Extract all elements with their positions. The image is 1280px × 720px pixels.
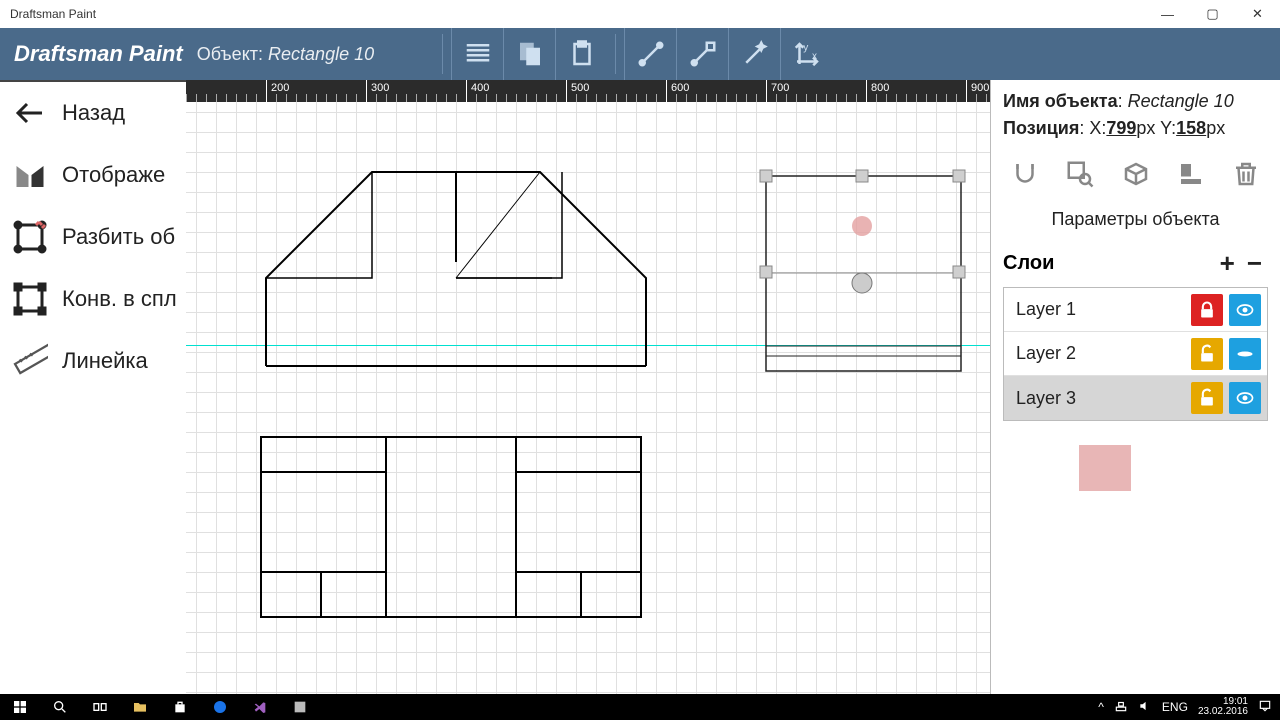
shape-house[interactable] <box>256 162 656 382</box>
store-button[interactable] <box>160 694 200 720</box>
sidebar-convert-spline[interactable]: Конв. в спл <box>0 268 186 330</box>
ruler-tick-label: 400 <box>471 82 489 94</box>
close-button[interactable]: ✕ <box>1235 0 1280 28</box>
search-object-icon <box>1065 159 1095 194</box>
layer-visibility-toggle[interactable] <box>1229 294 1261 326</box>
pos-y-value[interactable]: 158 <box>1176 118 1206 138</box>
ruler-tick-label: 800 <box>871 82 889 94</box>
volume-icon[interactable] <box>1138 699 1152 716</box>
page-settings-button[interactable] <box>1151 445 1193 491</box>
system-tray[interactable]: ^ ENG 19:01 23.02.2016 <box>1098 697 1280 717</box>
network-icon[interactable] <box>1114 699 1128 716</box>
align-icon <box>1176 159 1206 194</box>
left-sidebar: Назад Отображе Разбить об Конв. в спл Ли… <box>0 80 186 694</box>
copy-button[interactable] <box>503 28 555 80</box>
align-button[interactable] <box>1171 158 1211 194</box>
trash-icon <box>1231 159 1261 194</box>
minimize-button[interactable]: — <box>1145 0 1190 28</box>
inspect-button[interactable] <box>1060 158 1100 194</box>
cube-icon <box>1121 159 1151 194</box>
copy-icon <box>515 39 545 69</box>
explorer-button[interactable] <box>120 694 160 720</box>
remove-layer-button[interactable]: − <box>1241 248 1268 279</box>
layer-lock-toggle[interactable] <box>1191 338 1223 370</box>
task-view-button[interactable] <box>80 694 120 720</box>
paste-button[interactable] <box>555 28 607 80</box>
shape-plan[interactable] <box>256 432 646 622</box>
properties-panel: Имя объекта: Rectangle 10 Позиция: X:799… <box>990 80 1280 694</box>
object-tools <box>1003 152 1268 205</box>
object-params-title: Параметры объекта <box>1003 205 1268 244</box>
app-running-button[interactable] <box>280 694 320 720</box>
ruler-tick-label: 500 <box>571 82 589 94</box>
line-tool-button[interactable] <box>624 28 676 80</box>
search-button[interactable] <box>40 694 80 720</box>
layer-row[interactable]: Layer 1 <box>1004 288 1267 332</box>
layer-lock-toggle[interactable] <box>1191 382 1223 414</box>
layers-header: Слои + − <box>1003 244 1268 287</box>
axes-icon: yx <box>792 39 822 69</box>
magnet-icon <box>1010 159 1040 194</box>
window-titlebar: Draftsman Paint — ▢ ✕ <box>0 0 1280 28</box>
layers-list: Layer 1 Layer 2 Layer 3 <box>1003 287 1268 421</box>
sidebar-break-object[interactable]: Разбить об <box>0 206 186 268</box>
magic-tool-button[interactable] <box>728 28 780 80</box>
tray-expand-icon[interactable]: ^ <box>1098 700 1104 714</box>
layer-name: Layer 1 <box>1016 299 1076 320</box>
display-icon <box>10 155 50 195</box>
axes-tool-button[interactable]: yx <box>780 28 832 80</box>
notifications-button[interactable] <box>1258 699 1272 716</box>
windows-taskbar: ^ ENG 19:01 23.02.2016 <box>0 694 1280 720</box>
svg-text:x: x <box>812 51 817 62</box>
top-toolbar: Draftsman Paint Объект: Rectangle 10 <box>0 28 1280 80</box>
app-title: Draftsman Paint <box>0 41 183 67</box>
layer-row[interactable]: Layer 3 <box>1004 376 1267 420</box>
object-info: Имя объекта: Rectangle 10 Позиция: X:799… <box>1003 88 1268 142</box>
ruler-tick-label: 200 <box>271 82 289 94</box>
add-layer-button[interactable]: + <box>1214 248 1241 279</box>
drawing-canvas[interactable] <box>186 102 990 694</box>
pin-button[interactable] <box>1079 445 1131 491</box>
layer-row[interactable]: Layer 2 <box>1004 332 1267 376</box>
sidebar-ruler[interactable]: Линейка <box>0 330 186 392</box>
connector-tool-button[interactable] <box>676 28 728 80</box>
window-title: Draftsman Paint <box>10 7 96 21</box>
start-button[interactable] <box>0 694 40 720</box>
spline-icon <box>10 279 50 319</box>
ruler-tick-label: 700 <box>771 82 789 94</box>
edge-button[interactable] <box>200 694 240 720</box>
sidebar-display[interactable]: Отображе <box>0 144 186 206</box>
sidebar-back[interactable]: Назад <box>0 82 186 144</box>
svg-text:y: y <box>803 42 808 53</box>
layer-visibility-toggle[interactable] <box>1229 382 1261 414</box>
layer-name: Layer 2 <box>1016 343 1076 364</box>
maximize-button[interactable]: ▢ <box>1190 0 1235 28</box>
layer-name: Layer 3 <box>1016 388 1076 409</box>
canvas-area[interactable]: 200 300 400 500 600 700 800 900 <box>186 80 990 694</box>
ruler-tick-label: 300 <box>371 82 389 94</box>
visualstudio-button[interactable] <box>240 694 280 720</box>
snap-button[interactable] <box>1005 158 1045 194</box>
align-lines-icon <box>463 39 493 69</box>
pos-x-value[interactable]: 799 <box>1106 118 1136 138</box>
layer-visibility-toggle[interactable] <box>1229 338 1261 370</box>
ruler-icon <box>10 341 50 381</box>
delete-button[interactable] <box>1226 158 1266 194</box>
active-object-label: Объект: Rectangle 10 <box>197 44 374 65</box>
language-indicator[interactable]: ENG <box>1162 700 1188 714</box>
align-tool-button[interactable] <box>451 28 503 80</box>
wand-icon <box>740 39 770 69</box>
ruler-tick-label: 900 <box>971 82 989 94</box>
horizontal-ruler: 200 300 400 500 600 700 800 900 <box>186 80 990 102</box>
3d-button[interactable] <box>1116 158 1156 194</box>
clock[interactable]: 19:01 23.02.2016 <box>1198 697 1248 717</box>
layer-lock-toggle[interactable] <box>1191 294 1223 326</box>
back-arrow-icon <box>10 93 50 133</box>
ruler-tick-label: 600 <box>671 82 689 94</box>
clipboard-icon <box>567 39 597 69</box>
break-icon <box>10 217 50 257</box>
line-icon <box>636 39 666 69</box>
connector-icon <box>688 39 718 69</box>
shape-selected-rect[interactable] <box>756 166 976 386</box>
